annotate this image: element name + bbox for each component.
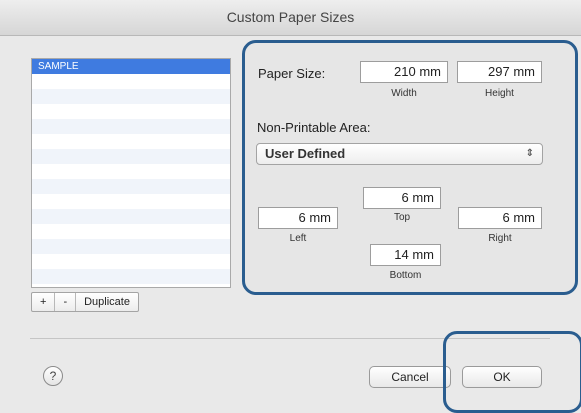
top-margin-field[interactable]: 6 mm [363,187,441,209]
ok-button[interactable]: OK [462,366,542,388]
height-field[interactable]: 297 mm [457,61,542,83]
bottom-margin-label: Bottom [389,270,422,281]
list-item-sample[interactable]: SAMPLE [32,59,230,74]
right-margin-field[interactable]: 6 mm [458,207,542,229]
right-margin-label: Right [488,233,512,244]
select-value: User Defined [265,146,346,161]
list-item [32,224,230,239]
title-bar: Custom Paper Sizes [0,0,581,36]
window-title: Custom Paper Sizes [226,9,355,25]
top-margin-label: Top [393,212,411,223]
remove-button[interactable]: - [55,293,77,311]
non-printable-area-select[interactable]: User Defined ⇕ [256,143,543,165]
list-item [32,209,230,224]
list-item [32,134,230,149]
left-margin-label: Left [289,233,307,244]
bottom-margin-field[interactable]: 14 mm [370,244,441,266]
list-item [32,269,230,284]
updown-arrows-icon: ⇕ [525,148,534,159]
list-item [32,164,230,179]
list-item [32,104,230,119]
footer-divider [30,338,550,339]
list-item [32,179,230,194]
list-item [32,254,230,269]
width-field[interactable]: 210 mm [360,61,448,83]
add-button[interactable]: + [32,293,56,311]
list-item [32,149,230,164]
height-label: Height [485,88,514,99]
help-button[interactable]: ? [43,366,63,386]
left-margin-field[interactable]: 6 mm [258,207,338,229]
list-item [32,239,230,254]
list-item [32,194,230,209]
list-button-group: + - Duplicate [31,292,139,312]
non-printable-area-label: Non-Printable Area: [257,120,371,135]
list-item [32,119,230,134]
list-item [32,89,230,104]
paper-size-list[interactable]: SAMPLE [31,58,231,288]
duplicate-button[interactable]: Duplicate [76,293,138,311]
width-label: Width [391,88,417,99]
list-item [32,74,230,89]
paper-size-label: Paper Size: [258,66,326,81]
cancel-button[interactable]: Cancel [369,366,451,388]
